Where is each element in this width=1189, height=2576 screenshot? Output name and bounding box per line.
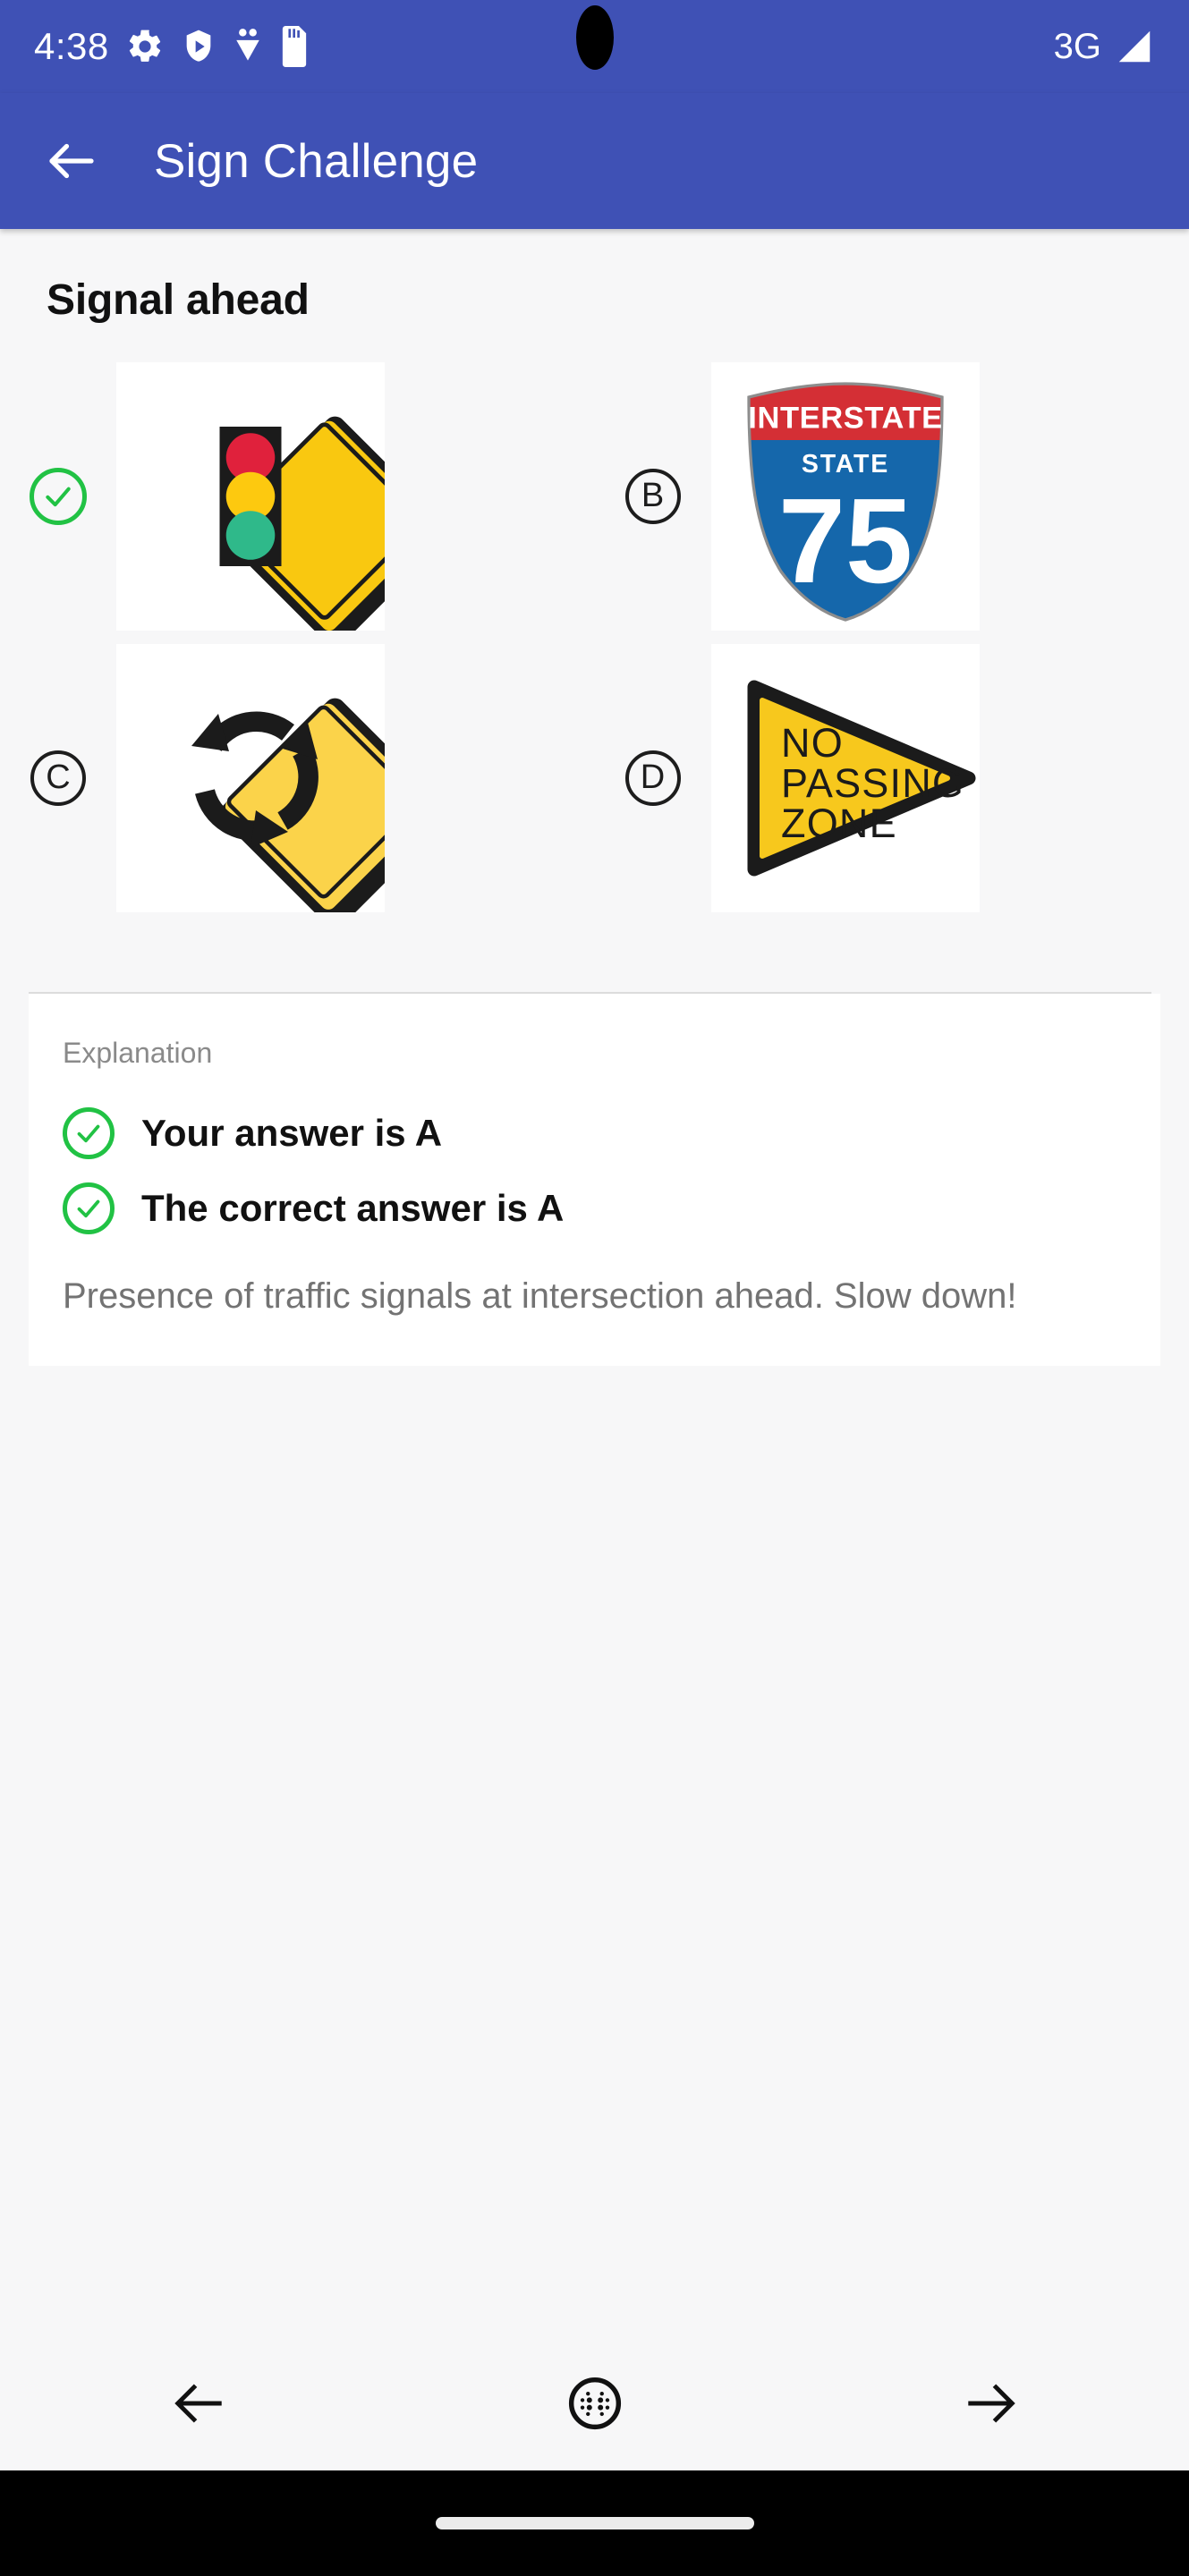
correct-answer-text: The correct answer is A xyxy=(141,1187,565,1229)
gesture-bar-area xyxy=(0,2470,1189,2576)
back-button[interactable] xyxy=(30,120,113,202)
no-passing-line-2: PASSING xyxy=(781,760,964,806)
back-arrow-icon xyxy=(49,143,94,179)
home-gesture-pill[interactable] xyxy=(435,2517,754,2529)
explanation-card: Explanation Your answer is A The correct… xyxy=(29,994,1160,1367)
phone-screen: 4:38 3G Sign Challenge Signal ahead B IN… xyxy=(0,0,1189,2576)
option-a[interactable] xyxy=(0,355,595,637)
svg-text:INTERSTATE: INTERSTATE xyxy=(748,401,942,435)
your-answer-text: Your answer is A xyxy=(141,1112,443,1154)
option-b-letter: B xyxy=(624,468,681,524)
question-text: Signal ahead xyxy=(47,276,310,324)
no-passing-line-3: ZONE xyxy=(781,801,897,846)
shield-play-icon xyxy=(186,30,211,62)
correct-answer-row: The correct answer is A xyxy=(63,1182,1126,1234)
options-grid: B INTERSTATE STATE 75 C D NO PASSING ZON… xyxy=(0,355,1189,919)
status-bar: 4:38 3G xyxy=(0,0,1189,93)
option-b-marker: B xyxy=(595,468,711,524)
no-passing-zone-sign: NO PASSING ZONE xyxy=(710,643,980,912)
signal-ahead-sign xyxy=(116,361,385,631)
explanation-label: Explanation xyxy=(63,1037,213,1069)
signal-triangle-icon xyxy=(1118,30,1151,63)
option-d[interactable]: D NO PASSING ZONE xyxy=(595,637,1189,919)
correct-answer-check-icon xyxy=(63,1182,115,1234)
all-questions-button[interactable] xyxy=(528,2345,662,2462)
your-answer-check-icon xyxy=(63,1107,115,1159)
app-bar: Sign Challenge xyxy=(0,93,1189,229)
option-c-marker: C xyxy=(0,750,116,806)
option-d-letter: D xyxy=(624,750,681,806)
arrow-left-icon xyxy=(174,2384,222,2423)
arrow-right-icon xyxy=(967,2384,1015,2423)
status-bar-right: 3G xyxy=(1054,26,1155,67)
heart-pulse-icon xyxy=(236,29,259,61)
camera-notch xyxy=(575,5,614,70)
gear-icon xyxy=(129,30,160,62)
sd-card-icon xyxy=(282,26,306,67)
quiz-content: Signal ahead B INTERSTATE STATE 75 C D N… xyxy=(0,275,1189,1367)
option-a-marker xyxy=(0,467,116,525)
roundabout-ahead-sign xyxy=(116,643,385,912)
status-time: 4:38 xyxy=(34,25,109,67)
option-c[interactable]: C xyxy=(0,637,595,919)
option-d-marker: D xyxy=(595,750,711,806)
no-passing-line-1: NO xyxy=(781,720,844,766)
interstate-75-shield: INTERSTATE STATE 75 xyxy=(710,361,980,631)
explanation-body: Presence of traffic signals at intersect… xyxy=(63,1276,1017,1316)
option-b[interactable]: B INTERSTATE STATE 75 xyxy=(595,355,1189,637)
green-check-icon xyxy=(30,467,87,525)
next-question-button[interactable] xyxy=(924,2345,1058,2462)
status-bar-left: 4:38 xyxy=(34,26,310,67)
your-answer-row: Your answer is A xyxy=(63,1107,1126,1159)
page-title: Sign Challenge xyxy=(154,134,479,188)
network-label: 3G xyxy=(1053,27,1101,66)
previous-question-button[interactable] xyxy=(132,2345,266,2462)
option-c-letter: C xyxy=(30,750,86,806)
bottom-navigation xyxy=(0,2336,1189,2470)
svg-text:75: 75 xyxy=(777,473,912,608)
dots-circle-icon xyxy=(568,2377,621,2430)
